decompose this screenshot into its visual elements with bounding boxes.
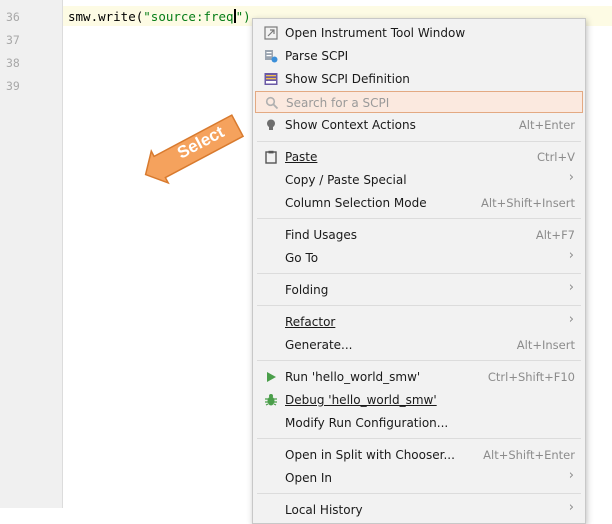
line-number: 38	[6, 56, 20, 70]
chevron-right-icon: ›	[568, 170, 574, 185]
code-string: "source:freq	[143, 9, 234, 24]
menu-separator	[257, 438, 581, 439]
menu-item-go-to[interactable]: Go To ›	[255, 247, 583, 269]
chevron-right-icon: ›	[568, 468, 574, 483]
menu-item-copy-paste-special[interactable]: Copy / Paste Special ›	[255, 169, 583, 191]
context-menu: Open Instrument Tool Window Parse SCPI S…	[252, 18, 586, 524]
menu-separator	[257, 218, 581, 219]
instrument-window-icon	[264, 26, 278, 40]
menu-item-show-context-actions[interactable]: Show Context Actions Alt+Enter	[255, 114, 583, 136]
menu-separator	[257, 141, 581, 142]
menu-separator	[257, 493, 581, 494]
code-line[interactable]: smw.write("source:freq ")	[68, 9, 251, 24]
parse-scpi-icon	[265, 50, 278, 63]
line-number-gutter: 36 37 38 39	[0, 0, 63, 508]
menu-separator	[257, 273, 581, 274]
menu-item-open-in[interactable]: Open In ›	[255, 467, 583, 489]
menu-separator	[257, 305, 581, 306]
chevron-right-icon: ›	[568, 312, 574, 327]
line-number: 39	[6, 79, 20, 93]
scpi-definition-icon	[264, 73, 278, 85]
menu-item-show-scpi-definition[interactable]: Show SCPI Definition	[255, 68, 583, 90]
menu-item-parse-scpi[interactable]: Parse SCPI	[255, 45, 583, 67]
menu-item-find-usages[interactable]: Find Usages Alt+F7	[255, 224, 583, 246]
chevron-right-icon: ›	[568, 248, 574, 263]
menu-item-debug[interactable]: Debug 'hello_world_smw'	[255, 389, 583, 411]
debug-bug-icon	[265, 394, 277, 406]
menu-separator	[257, 360, 581, 361]
menu-item-search-for-a-scpi[interactable]: Search for a SCPI	[255, 91, 583, 113]
code-string-end: ")	[235, 9, 251, 24]
menu-item-column-selection-mode[interactable]: Column Selection Mode Alt+Shift+Insert	[255, 192, 583, 214]
clipboard-icon	[265, 150, 277, 164]
menu-item-local-history[interactable]: Local History ›	[255, 499, 583, 521]
chevron-right-icon: ›	[568, 280, 574, 295]
select-callout: Select	[144, 114, 245, 185]
line-number: 36	[6, 10, 20, 24]
menu-item-open-in-split-with-chooser[interactable]: Open in Split with Chooser... Alt+Shift+…	[255, 444, 583, 466]
menu-item-folding[interactable]: Folding ›	[255, 279, 583, 301]
chevron-right-icon: ›	[568, 500, 574, 515]
menu-item-paste[interactable]: Paste Ctrl+V	[255, 146, 583, 168]
run-icon	[267, 372, 276, 382]
menu-item-open-instrument-tool-window[interactable]: Open Instrument Tool Window	[255, 22, 583, 44]
menu-item-generate[interactable]: Generate... Alt+Insert	[255, 334, 583, 356]
search-scpi-icon	[265, 96, 279, 110]
menu-item-refactor[interactable]: Refactor ›	[255, 311, 583, 333]
lightbulb-icon	[267, 119, 275, 130]
line-number: 37	[6, 33, 20, 47]
code-call: smw.write(	[68, 9, 144, 24]
menu-item-run[interactable]: Run 'hello_world_smw' Ctrl+Shift+F10	[255, 366, 583, 388]
menu-item-modify-run-configuration[interactable]: Modify Run Configuration...	[255, 412, 583, 434]
